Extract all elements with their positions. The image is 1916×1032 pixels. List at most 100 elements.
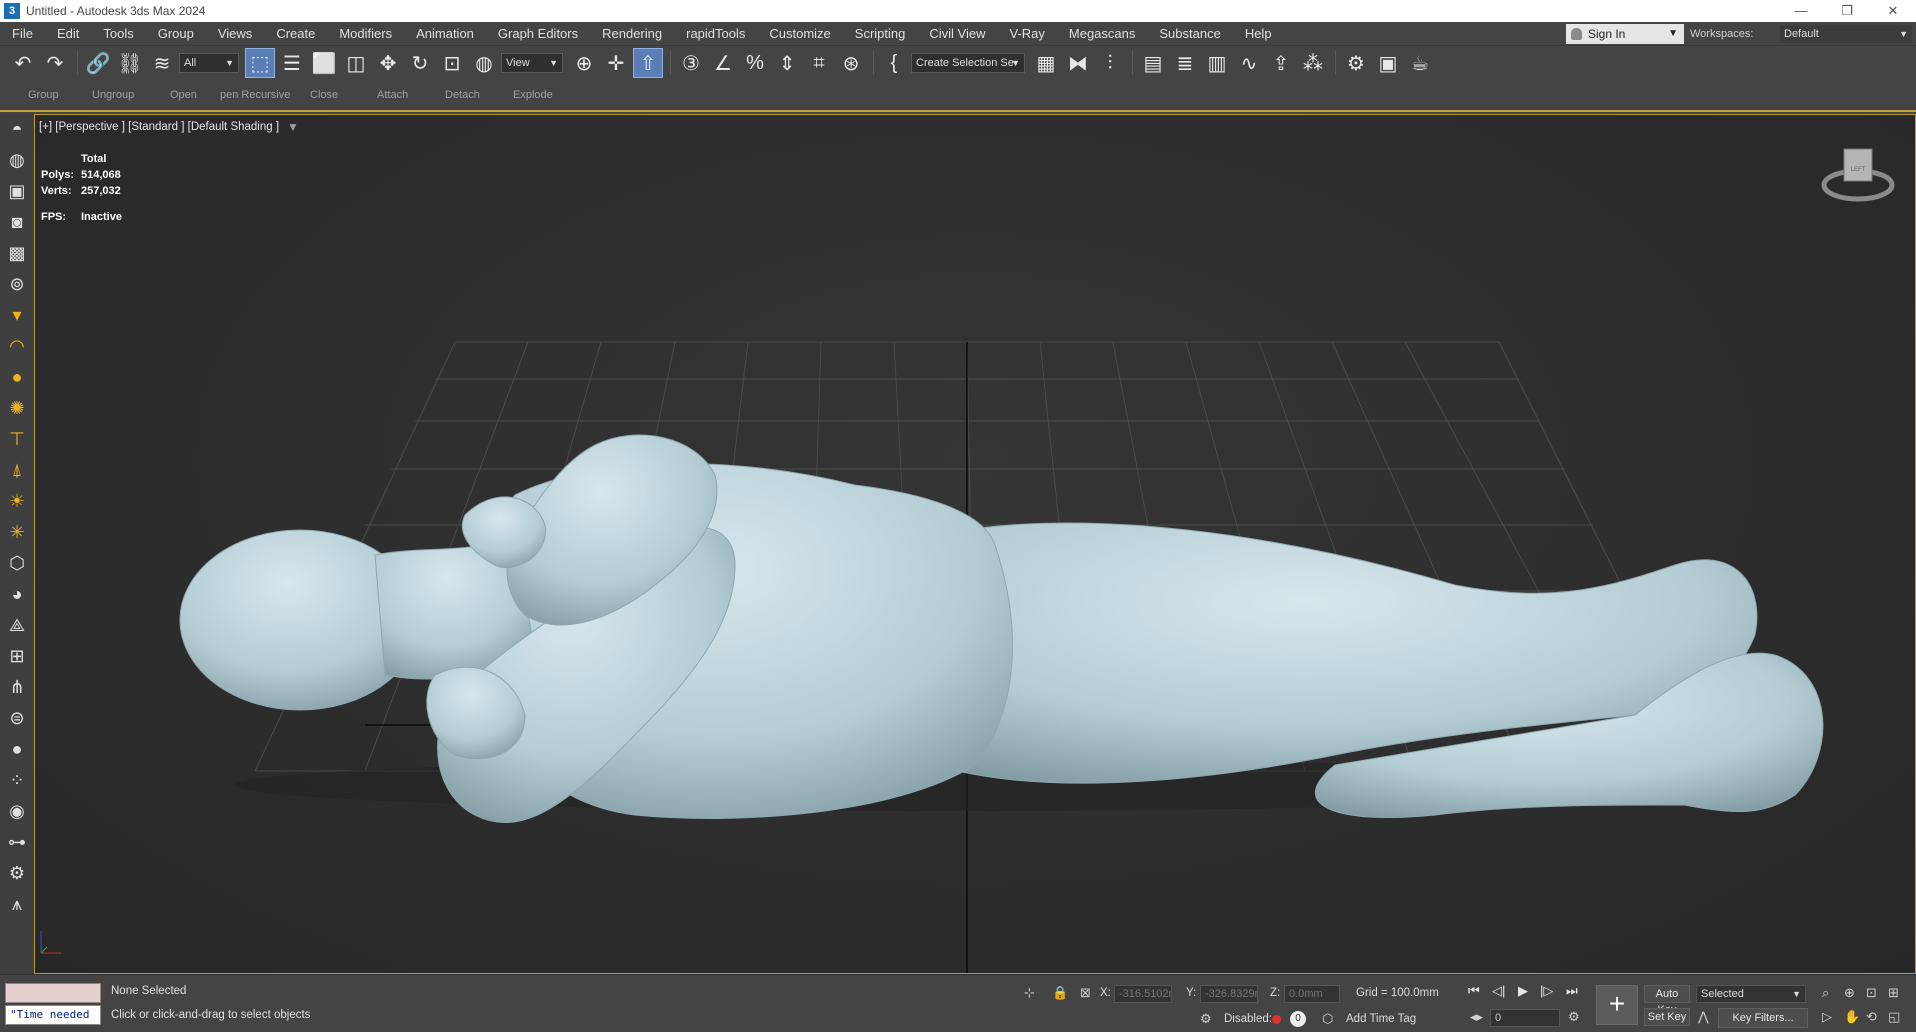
sky-light-icon[interactable]: ✳ bbox=[0, 517, 34, 548]
target-icon[interactable]: ⊛ bbox=[836, 48, 866, 78]
selection-filter-dropdown[interactable]: All ▼ bbox=[179, 53, 239, 73]
menu-customize[interactable]: Customize bbox=[757, 22, 842, 46]
absolute-mode-transform-icon[interactable]: ⊠ bbox=[1080, 985, 1091, 1001]
perspective-viewport[interactable]: [+] [Perspective ] [Standard ] [Default … bbox=[34, 114, 1916, 974]
menu-create[interactable]: Create bbox=[264, 22, 327, 46]
material-sphere-icon[interactable]: ● bbox=[0, 734, 34, 765]
film-camera-icon[interactable]: ⊚ bbox=[0, 269, 34, 300]
axis-constraint-icon[interactable]: ✛ bbox=[601, 48, 631, 78]
maxscript-mini-listener[interactable]: "Time needed bbox=[5, 1005, 101, 1025]
crop-icon[interactable]: ⌗ bbox=[804, 48, 834, 78]
material-editor-icon[interactable]: ⁂ bbox=[1298, 48, 1328, 78]
keyboard-shortcut-override-icon[interactable]: ⇧ bbox=[633, 48, 663, 78]
vray-volume-icon[interactable]: ⊜ bbox=[0, 703, 34, 734]
vray-sphere-icon[interactable]: ◕ bbox=[0, 579, 34, 610]
scene-states-icon[interactable]: ⩚ bbox=[0, 889, 34, 920]
teapot-icon[interactable]: ◓ bbox=[0, 114, 34, 145]
rendered-frame-window-icon[interactable]: ▣ bbox=[1373, 48, 1403, 78]
link-icon[interactable]: 🔗 bbox=[83, 48, 113, 78]
set-key-button[interactable]: Set Key bbox=[1644, 1008, 1690, 1026]
zoom-extents-all-icon[interactable]: ⊞ bbox=[1888, 985, 1899, 1001]
select-place-icon[interactable]: ◍ bbox=[469, 48, 499, 78]
selection-lock-icon[interactable]: 🔒 bbox=[1052, 985, 1068, 1001]
menu-animation[interactable]: Animation bbox=[404, 22, 486, 46]
select-rotate-icon[interactable]: ↻ bbox=[405, 48, 435, 78]
render-production-icon[interactable]: ☕ bbox=[1405, 48, 1435, 78]
ies-light-icon[interactable]: ✺ bbox=[0, 393, 34, 424]
z-coord-field[interactable]: 0.0mm bbox=[1284, 985, 1340, 1003]
menu-substance[interactable]: Substance bbox=[1147, 22, 1232, 46]
set-keys-button[interactable]: + bbox=[1596, 985, 1638, 1025]
edit-named-selection-icon[interactable]: { bbox=[879, 48, 909, 78]
ribbon-group[interactable]: Group bbox=[28, 89, 59, 101]
time-tag-icon[interactable]: ⬡ bbox=[1322, 1011, 1333, 1027]
mirror-icon[interactable]: ⧓ bbox=[1063, 48, 1093, 78]
next-frame-icon[interactable]: |▷ bbox=[1540, 983, 1553, 999]
spotlight-icon[interactable]: ▾ bbox=[0, 300, 34, 331]
vray-plane-icon[interactable]: ⟁ bbox=[0, 610, 34, 641]
percent-snap-icon[interactable]: % bbox=[740, 48, 770, 78]
light-lister-icon[interactable]: ⊶ bbox=[0, 827, 34, 858]
isolate-selection-icon[interactable]: ▦ bbox=[1031, 48, 1061, 78]
palette-icon[interactable]: ◉ bbox=[0, 796, 34, 827]
key-filters-button[interactable]: Key Filters... bbox=[1718, 1008, 1808, 1028]
dome-light-icon[interactable]: ◠ bbox=[0, 331, 34, 362]
menu-file[interactable]: File bbox=[0, 22, 45, 46]
field-of-view-icon[interactable]: ▷ bbox=[1822, 1009, 1832, 1025]
human-mesh-model[interactable] bbox=[179, 434, 1824, 823]
filter-icon[interactable]: ▼ bbox=[287, 120, 299, 134]
vray-scatter-icon[interactable]: ⋔ bbox=[0, 672, 34, 703]
vray-proxy-icon[interactable]: ⬡ bbox=[0, 548, 34, 579]
zoom-icon[interactable]: ⌕ bbox=[1822, 985, 1829, 1001]
menu-group[interactable]: Group bbox=[146, 22, 206, 46]
snap-3d-icon[interactable]: ③ bbox=[676, 48, 706, 78]
menu-modifiers[interactable]: Modifiers bbox=[327, 22, 404, 46]
zoom-extents-icon[interactable]: ⊡ bbox=[1866, 985, 1877, 1001]
go-to-end-icon[interactable]: ⏭ bbox=[1566, 983, 1578, 999]
y-coord-field[interactable]: -326.8329r bbox=[1200, 985, 1258, 1003]
redo-icon[interactable]: ↷ bbox=[40, 48, 70, 78]
reference-coordinate-dropdown[interactable]: View ▼ bbox=[501, 53, 563, 73]
camera-icon[interactable]: ◙ bbox=[0, 207, 34, 238]
video-camera-icon[interactable]: ▩ bbox=[0, 238, 34, 269]
layer-explorer-icon[interactable]: ≣ bbox=[1170, 48, 1200, 78]
bind-space-warp-icon[interactable]: ≋ bbox=[147, 48, 177, 78]
ribbon-open[interactable]: Open bbox=[170, 89, 197, 101]
window-crossing-icon[interactable]: ◫ bbox=[341, 48, 371, 78]
time-configuration-icon[interactable]: ⚙ bbox=[1568, 1009, 1580, 1025]
render-setup-icon[interactable]: ⚙ bbox=[1341, 48, 1371, 78]
orbit-icon[interactable]: ⟲ bbox=[1866, 1009, 1877, 1025]
time-slider-toggle-icon[interactable]: ◂▸ bbox=[1470, 1009, 1483, 1025]
menu-tools[interactable]: Tools bbox=[91, 22, 145, 46]
torus-icon[interactable]: ◍ bbox=[0, 145, 34, 176]
go-to-start-icon[interactable]: ⏮ bbox=[1468, 983, 1480, 999]
ribbon-close[interactable]: Close bbox=[310, 89, 338, 101]
named-selection-dropdown[interactable]: Create Selection Se ▼ bbox=[911, 53, 1025, 73]
scene-explorer-icon[interactable]: ▤ bbox=[1138, 48, 1168, 78]
play-icon[interactable]: ▶ bbox=[1518, 983, 1528, 999]
curve-editor-icon[interactable]: ∿ bbox=[1234, 48, 1264, 78]
bell-light-icon[interactable]: ⍋ bbox=[0, 455, 34, 486]
settings-icon[interactable]: ⚙ bbox=[0, 858, 34, 889]
select-move-icon[interactable]: ✥ bbox=[373, 48, 403, 78]
ribbon-toggle-icon[interactable]: ▥ bbox=[1202, 48, 1232, 78]
menu-scripting[interactable]: Scripting bbox=[843, 22, 918, 46]
menu-graph-editors[interactable]: Graph Editors bbox=[486, 22, 590, 46]
vray-fur-icon[interactable]: ⊞ bbox=[0, 641, 34, 672]
x-coord-field[interactable]: -316.5102r bbox=[1114, 985, 1172, 1003]
maxscript-listener-output[interactable] bbox=[5, 983, 101, 1003]
previous-frame-icon[interactable]: ◁| bbox=[1492, 983, 1505, 999]
unlink-icon[interactable]: ⛓ bbox=[115, 48, 145, 78]
isolation-toggle-icon[interactable]: ⊹ bbox=[1024, 985, 1035, 1001]
menu-help[interactable]: Help bbox=[1233, 22, 1284, 46]
menu-edit[interactable]: Edit bbox=[45, 22, 91, 46]
menu-civil-view[interactable]: Civil View bbox=[917, 22, 997, 46]
ribbon-attach[interactable]: Attach bbox=[377, 89, 408, 101]
box-icon[interactable]: ▣ bbox=[0, 176, 34, 207]
menu-megascans[interactable]: Megascans bbox=[1057, 22, 1147, 46]
lamp-icon[interactable]: ⊤ bbox=[0, 424, 34, 455]
workspace-dropdown[interactable]: Default ▼ bbox=[1780, 25, 1912, 43]
ribbon-explode[interactable]: Explode bbox=[513, 89, 553, 101]
sun-icon[interactable]: ☀ bbox=[0, 486, 34, 517]
menu-views[interactable]: Views bbox=[206, 22, 264, 46]
